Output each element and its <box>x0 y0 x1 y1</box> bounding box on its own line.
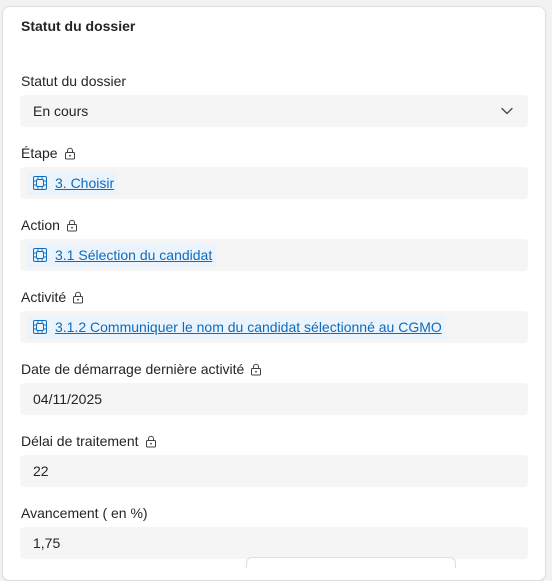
date-label: Date de démarrage dernière activité <box>21 359 262 379</box>
status-dropdown-value: En cours <box>33 103 89 119</box>
lock-icon <box>64 147 75 159</box>
delai-label-text: Délai de traitement <box>21 433 139 449</box>
status-dropdown[interactable]: En cours <box>20 95 528 127</box>
etape-value: 3. Choisir <box>55 175 115 191</box>
action-value: 3.1 Sélection du candidat <box>55 247 213 263</box>
etape-lookup-link[interactable]: 3. Choisir <box>27 171 119 195</box>
date-label-text: Date de démarrage dernière activité <box>21 361 245 377</box>
lock-icon <box>73 291 84 303</box>
action-lookup-link[interactable]: 3.1 Sélection du candidat <box>27 243 217 267</box>
date-value: 04/11/2025 <box>33 391 103 407</box>
status-label-text: Statut du dossier <box>21 73 127 89</box>
delai-value: 22 <box>33 463 49 479</box>
delai-label: Délai de traitement <box>21 431 157 451</box>
etape-field: 3. Choisir <box>20 167 528 199</box>
activite-lookup-link[interactable]: 3.1.2 Communiquer le nom du candidat sél… <box>27 315 446 339</box>
avancement-input[interactable]: 1,75 <box>20 527 528 559</box>
activite-field: 3.1.2 Communiquer le nom du candidat sél… <box>20 311 528 343</box>
etape-label: Étape <box>21 143 76 163</box>
avancement-label: Avancement ( en %) <box>21 503 148 523</box>
action-field: 3.1 Sélection du candidat <box>20 239 528 271</box>
lock-icon <box>66 219 77 231</box>
entity-record-icon <box>33 320 47 334</box>
lock-icon <box>251 363 262 375</box>
activite-value: 3.1.2 Communiquer le nom du candidat sél… <box>55 319 442 335</box>
status-label: Statut du dossier <box>21 71 126 91</box>
next-section-edge <box>246 557 456 568</box>
avancement-label-text: Avancement ( en %) <box>21 505 148 521</box>
status-card: Statut du dossier Statut du dossier En c… <box>2 6 546 581</box>
date-field: 04/11/2025 <box>20 383 528 415</box>
etape-label-text: Étape <box>21 145 58 161</box>
chevron-down-icon[interactable] <box>500 104 514 118</box>
activite-label: Activité <box>21 287 84 307</box>
avancement-value: 1,75 <box>33 535 61 551</box>
delai-field: 22 <box>20 455 528 487</box>
lock-icon <box>145 435 156 447</box>
action-label-text: Action <box>21 217 60 233</box>
entity-record-icon <box>33 248 47 262</box>
section-title: Statut du dossier <box>21 18 136 34</box>
entity-record-icon <box>33 176 47 190</box>
activite-label-text: Activité <box>21 289 67 305</box>
action-label: Action <box>21 215 78 235</box>
